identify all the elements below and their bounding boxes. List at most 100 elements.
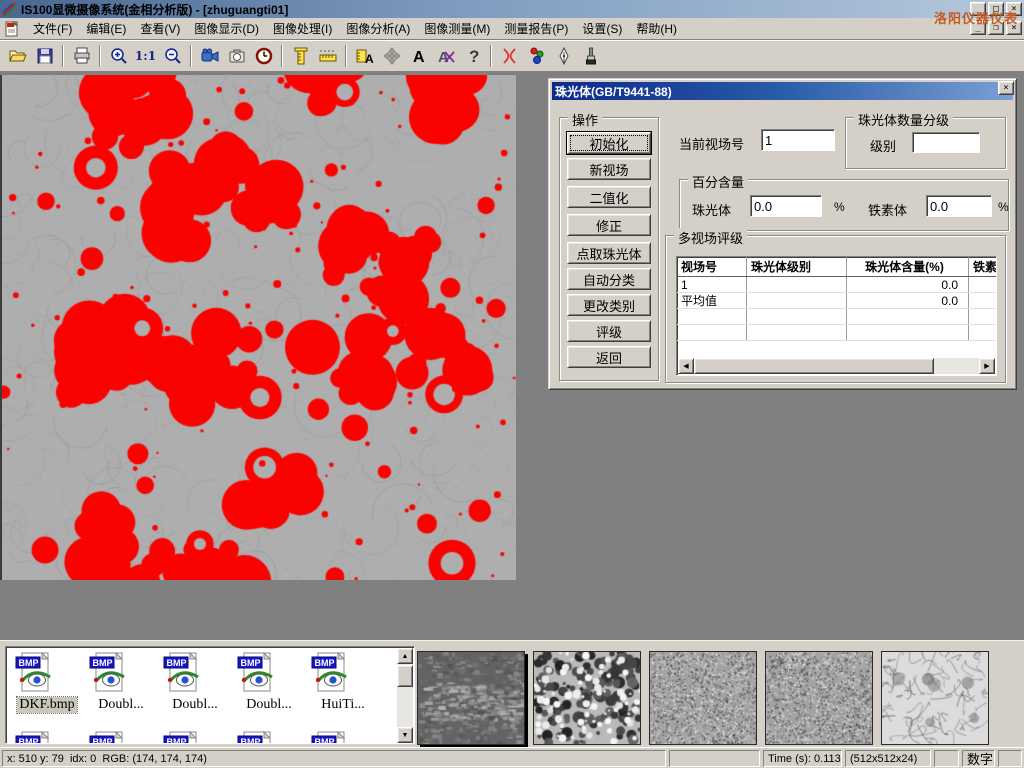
rate-button[interactable]: 评级 bbox=[567, 320, 651, 342]
current-view-input[interactable] bbox=[761, 129, 835, 151]
brush-button[interactable] bbox=[577, 43, 604, 69]
multiview-table[interactable]: 视场号 珠光体级别 珠光体含量(%) 铁素体含量(%) 1 0.0 平均值 bbox=[676, 256, 997, 376]
open-button[interactable] bbox=[4, 43, 31, 69]
workspace: 珠光体(GB/T9441-88) × 操作 初始化 新视场 二值化 修正 点取珠… bbox=[0, 72, 1024, 640]
file-list-panel[interactable]: BMP DKF.bmp BMP bbox=[5, 646, 415, 744]
text-button[interactable]: A bbox=[405, 43, 432, 69]
menu-item-edit[interactable]: 编辑(E) bbox=[79, 18, 133, 39]
minimize-button[interactable]: _ bbox=[970, 2, 986, 16]
file-item-partial[interactable]: BMP bbox=[86, 730, 156, 744]
toolbar-separator bbox=[190, 45, 192, 67]
mdi-close-button[interactable]: × bbox=[1006, 21, 1022, 35]
menu-item-image-measure[interactable]: 图像测量(M) bbox=[417, 18, 497, 39]
status-bar: x: 510 y: 79 idx: 0 RGB: (174, 174, 174)… bbox=[0, 747, 1024, 768]
move-button[interactable] bbox=[378, 43, 405, 69]
table-horizontal-scrollbar[interactable]: ◀ ▶ bbox=[678, 358, 995, 374]
toolbar-separator bbox=[490, 45, 492, 67]
caliper-button[interactable] bbox=[287, 43, 314, 69]
svg-text:BMP: BMP bbox=[19, 737, 39, 744]
save-button[interactable] bbox=[31, 43, 58, 69]
table-row[interactable]: 平均值 0.0 bbox=[677, 293, 997, 309]
file-item[interactable]: BMP Doubl... bbox=[160, 651, 230, 713]
file-item-partial[interactable]: BMP bbox=[308, 730, 378, 744]
menu-item-image-process[interactable]: 图像处理(I) bbox=[266, 18, 339, 39]
scrollbar-thumb[interactable] bbox=[694, 358, 934, 374]
bmp-file-icon: BMP bbox=[234, 730, 280, 744]
help-button[interactable]: ? bbox=[459, 43, 486, 69]
initialize-button[interactable]: 初始化 bbox=[567, 132, 651, 154]
menu-item-image-display[interactable]: 图像显示(D) bbox=[187, 18, 266, 39]
file-name[interactable]: Doubl... bbox=[96, 697, 146, 713]
maximize-button[interactable]: □ bbox=[988, 2, 1004, 16]
mdi-minimize-button[interactable]: _ bbox=[970, 21, 986, 35]
print-button[interactable] bbox=[68, 43, 95, 69]
preview-thumbnail-1[interactable] bbox=[417, 651, 525, 745]
color-mark-button[interactable] bbox=[523, 43, 550, 69]
cell-pearlite-content: 0.0 bbox=[847, 293, 969, 308]
preview-thumbnail-2[interactable] bbox=[533, 651, 641, 745]
menu-item-help[interactable]: 帮助(H) bbox=[629, 18, 684, 39]
pearlite-percent-input[interactable] bbox=[750, 195, 822, 217]
video-capture-button[interactable] bbox=[196, 43, 223, 69]
return-button[interactable]: 返回 bbox=[567, 346, 651, 368]
file-item[interactable]: BMP Doubl... bbox=[234, 651, 304, 713]
file-list-scrollbar[interactable]: ▲ ▼ bbox=[397, 648, 413, 743]
pick-pearlite-button[interactable]: 点取珠光体 bbox=[567, 242, 651, 264]
document-icon[interactable] bbox=[4, 21, 20, 37]
preview-thumbnail-5[interactable] bbox=[881, 651, 989, 745]
pen-button[interactable] bbox=[550, 43, 577, 69]
pearlite-percent-sign: % bbox=[834, 200, 845, 214]
mdi-restore-button[interactable]: ❐ bbox=[988, 21, 1004, 35]
dialog-close-button[interactable]: × bbox=[998, 81, 1014, 95]
preview-thumbnail-4[interactable] bbox=[765, 651, 873, 745]
svg-text:BMP: BMP bbox=[315, 658, 335, 668]
actual-size-button[interactable]: 1:1 bbox=[132, 43, 159, 69]
correct-button[interactable]: 修正 bbox=[567, 214, 651, 236]
scroll-down-icon[interactable]: ▼ bbox=[397, 727, 413, 743]
table-row[interactable]: 1 0.0 bbox=[677, 277, 997, 293]
timer-button[interactable] bbox=[250, 43, 277, 69]
file-name[interactable]: HuiTi... bbox=[319, 697, 366, 713]
binarize-button[interactable]: 二值化 bbox=[567, 186, 651, 208]
file-browser-band: BMP DKF.bmp BMP bbox=[0, 640, 1024, 747]
menu-item-file[interactable]: 文件(F) bbox=[26, 18, 79, 39]
measure-label-button[interactable]: A bbox=[351, 43, 378, 69]
scroll-right-icon[interactable]: ▶ bbox=[979, 358, 995, 374]
zoom-out-button[interactable] bbox=[159, 43, 186, 69]
curve-cut-button[interactable] bbox=[496, 43, 523, 69]
zoom-in-button[interactable] bbox=[105, 43, 132, 69]
change-class-button[interactable]: 更改类别 bbox=[567, 294, 651, 316]
bmp-file-icon: BMP bbox=[86, 730, 132, 744]
scroll-left-icon[interactable]: ◀ bbox=[678, 358, 694, 374]
file-name[interactable]: Doubl... bbox=[244, 697, 294, 713]
preview-thumbnail-3[interactable] bbox=[649, 651, 757, 745]
menu-item-image-analysis[interactable]: 图像分析(A) bbox=[339, 18, 417, 39]
micrograph-image[interactable] bbox=[2, 75, 516, 580]
ruler-button[interactable] bbox=[314, 43, 341, 69]
menu-item-settings[interactable]: 设置(S) bbox=[575, 18, 629, 39]
ferrite-percent-sign: % bbox=[998, 200, 1009, 214]
file-item[interactable]: BMP Doubl... bbox=[86, 651, 156, 713]
grade-input[interactable] bbox=[912, 132, 980, 153]
file-item-partial[interactable]: BMP bbox=[12, 730, 82, 744]
file-item-partial[interactable]: BMP bbox=[234, 730, 304, 744]
svg-text:BMP: BMP bbox=[241, 658, 261, 668]
auto-classify-button[interactable]: 自动分类 bbox=[567, 268, 651, 290]
file-name[interactable]: Doubl... bbox=[170, 697, 220, 713]
status-empty-2 bbox=[934, 750, 959, 767]
close-button[interactable]: × bbox=[1006, 2, 1022, 16]
dialog-title-bar[interactable]: 珠光体(GB/T9441-88) bbox=[552, 82, 1013, 100]
scroll-up-icon[interactable]: ▲ bbox=[397, 648, 413, 664]
camera-capture-button[interactable] bbox=[223, 43, 250, 69]
file-item[interactable]: BMP HuiTi... bbox=[308, 651, 378, 713]
new-view-button[interactable]: 新视场 bbox=[567, 158, 651, 180]
scrollbar-thumb[interactable] bbox=[397, 665, 413, 687]
menu-item-measure-report[interactable]: 测量报告(P) bbox=[497, 18, 575, 39]
menu-item-view[interactable]: 查看(V) bbox=[133, 18, 187, 39]
ferrite-percent-input[interactable] bbox=[926, 195, 992, 217]
text-delete-button[interactable]: A bbox=[432, 43, 459, 69]
text-delete-icon: A bbox=[436, 46, 456, 66]
file-item-partial[interactable]: BMP bbox=[160, 730, 230, 744]
file-name[interactable]: DKF.bmp bbox=[17, 697, 76, 713]
file-item[interactable]: BMP DKF.bmp bbox=[12, 651, 82, 713]
